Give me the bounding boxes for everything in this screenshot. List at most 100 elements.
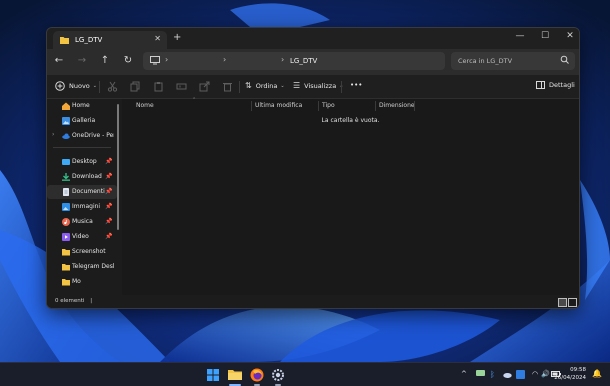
sidebar-item-telegram-desktop[interactable]: Telegram Deskto: [47, 260, 117, 274]
tab-close-icon[interactable]: ✕: [154, 34, 161, 43]
file-explorer-taskbar-icon[interactable]: [228, 368, 242, 382]
sidebar-item-gallery[interactable]: Galleria: [47, 114, 117, 128]
view-button-label: Visualizza: [304, 81, 337, 90]
maximize-button[interactable]: ☐: [538, 31, 552, 41]
details-pane-icon: [536, 81, 545, 89]
pin-icon: 📌: [105, 203, 113, 210]
details-view-button[interactable]: [558, 298, 567, 307]
sort-icon: ⇅: [245, 81, 252, 90]
pin-icon: 📌: [105, 173, 113, 180]
clock-date: 26/04/2024: [554, 375, 586, 381]
new-button[interactable]: Nuovo ⌄: [55, 81, 97, 91]
column-divider[interactable]: [251, 101, 252, 111]
add-circle-icon: [55, 81, 65, 91]
this-pc-icon: [150, 56, 160, 65]
delete-icon[interactable]: [222, 81, 233, 92]
folder-icon: [62, 249, 70, 256]
sidebar-item-label: Telegram Deskto: [72, 263, 114, 270]
cut-icon[interactable]: [107, 81, 118, 92]
pin-icon: 📌: [105, 188, 113, 195]
navigation-bar: ← → ↑ ↻ › › › LG_DTV Cerca in LG_DTV: [47, 49, 579, 75]
notification-bell-icon[interactable]: 🔔: [592, 369, 602, 378]
download-icon: [62, 173, 70, 181]
firefox-icon[interactable]: [250, 368, 264, 382]
sidebar-item-home[interactable]: Home: [47, 99, 117, 113]
breadcrumb-chevron[interactable]: ›: [165, 55, 168, 64]
view-icon: ☰: [293, 81, 301, 90]
sidebar-item-documents[interactable]: Documenti 📌: [47, 185, 117, 199]
sidebar-item-desktop[interactable]: Desktop 📌: [47, 155, 117, 169]
tab-lg-dtv[interactable]: LG_DTV ✕: [53, 31, 167, 49]
column-divider[interactable]: [414, 101, 415, 111]
sidebar-item-music[interactable]: Musica 📌: [47, 215, 117, 229]
toolbar-divider: [341, 81, 342, 93]
file-list-pane: ⌃ Nome Ultima modifica Tipo Dimensione L…: [122, 97, 579, 295]
address-bar[interactable]: › › › LG_DTV: [143, 52, 445, 70]
command-bar: Nuovo ⌄ ⇅ Ordina ⌄ ☰ Visualizza ••• Dett…: [47, 75, 579, 99]
column-divider[interactable]: [318, 101, 319, 111]
windows-start-icon[interactable]: [206, 368, 220, 382]
sidebar-item-label: Mo: [72, 278, 81, 285]
sidebar-scrollbar[interactable]: [117, 104, 119, 230]
breadcrumb-current[interactable]: LG_DTV: [290, 57, 317, 65]
chevron-down-icon: ⌄: [280, 82, 285, 89]
forward-button[interactable]: →: [75, 55, 89, 66]
system-clock[interactable]: 09:58 26/04/2024: [554, 366, 586, 382]
pin-icon: 📌: [105, 233, 113, 240]
minimize-button[interactable]: —: [513, 31, 527, 41]
details-pane-button[interactable]: Dettagli: [536, 81, 575, 89]
empty-folder-message: La cartella è vuota.: [321, 117, 380, 124]
security-tray-icon[interactable]: [516, 370, 525, 379]
column-header-modified[interactable]: Ultima modifica: [255, 102, 302, 109]
search-input[interactable]: Cerca in LG_DTV: [451, 52, 575, 70]
sidebar-divider: [53, 147, 111, 148]
chat-tray-icon[interactable]: [476, 370, 485, 378]
item-count-text: 0 elementi: [55, 298, 85, 304]
sidebar-item-download[interactable]: Download 📌: [47, 170, 117, 184]
breadcrumb-chevron[interactable]: ›: [223, 55, 226, 64]
copy-icon[interactable]: [130, 81, 141, 92]
up-button[interactable]: ↑: [98, 55, 112, 66]
new-button-label: Nuovo: [69, 82, 90, 90]
sidebar-item-onedrive[interactable]: › OneDrive - Perso: [47, 129, 117, 143]
view-button[interactable]: ☰ Visualizza ⌄: [293, 81, 343, 90]
folder-icon: [62, 264, 70, 271]
navigation-pane: Home Galleria › OneDrive - Perso Desktop…: [47, 99, 117, 295]
bluetooth-icon[interactable]: ᛒ: [490, 370, 495, 379]
sidebar-item-mo[interactable]: Mo: [47, 275, 117, 289]
toolbar-divider: [239, 81, 240, 93]
wifi-icon[interactable]: ◠: [532, 370, 538, 378]
new-tab-button[interactable]: +: [173, 32, 181, 43]
sidebar-item-pictures[interactable]: Immagini 📌: [47, 200, 117, 214]
desktop-icon: [62, 159, 70, 165]
paste-icon[interactable]: [153, 81, 164, 92]
show-hidden-icons-chevron-icon[interactable]: ^: [461, 370, 467, 378]
column-divider[interactable]: [375, 101, 376, 111]
pin-icon: 📌: [105, 158, 113, 165]
back-button[interactable]: ←: [52, 55, 66, 66]
breadcrumb-chevron[interactable]: ›: [281, 55, 284, 64]
column-header-type[interactable]: Tipo: [322, 102, 335, 109]
sidebar-item-video[interactable]: Video 📌: [47, 230, 117, 244]
details-button-label: Dettagli: [549, 81, 575, 89]
onedrive-tray-icon[interactable]: [503, 370, 512, 379]
video-icon: [62, 233, 70, 241]
rename-icon[interactable]: [176, 81, 187, 92]
share-icon[interactable]: [199, 81, 210, 92]
column-header-name[interactable]: Nome: [136, 102, 154, 109]
more-options-button[interactable]: •••: [350, 81, 362, 89]
expand-chevron-icon[interactable]: ›: [52, 131, 54, 138]
tiles-view-button[interactable]: [568, 298, 577, 307]
sidebar-item-screenshot[interactable]: Screenshot: [47, 245, 117, 259]
volume-icon[interactable]: 🔊: [541, 370, 550, 378]
sidebar-item-label: Screenshot: [72, 248, 106, 255]
column-header-size[interactable]: Dimensione: [379, 102, 415, 109]
close-window-button[interactable]: ✕: [563, 31, 577, 41]
search-icon: [560, 55, 569, 64]
sort-button[interactable]: ⇅ Ordina ⌄: [245, 81, 285, 90]
pictures-icon: [62, 203, 70, 211]
search-placeholder: Cerca in LG_DTV: [458, 57, 513, 65]
refresh-button[interactable]: ↻: [121, 55, 135, 66]
status-bar: 0 elementi |: [47, 295, 579, 308]
settings-gear-icon[interactable]: [271, 368, 285, 382]
